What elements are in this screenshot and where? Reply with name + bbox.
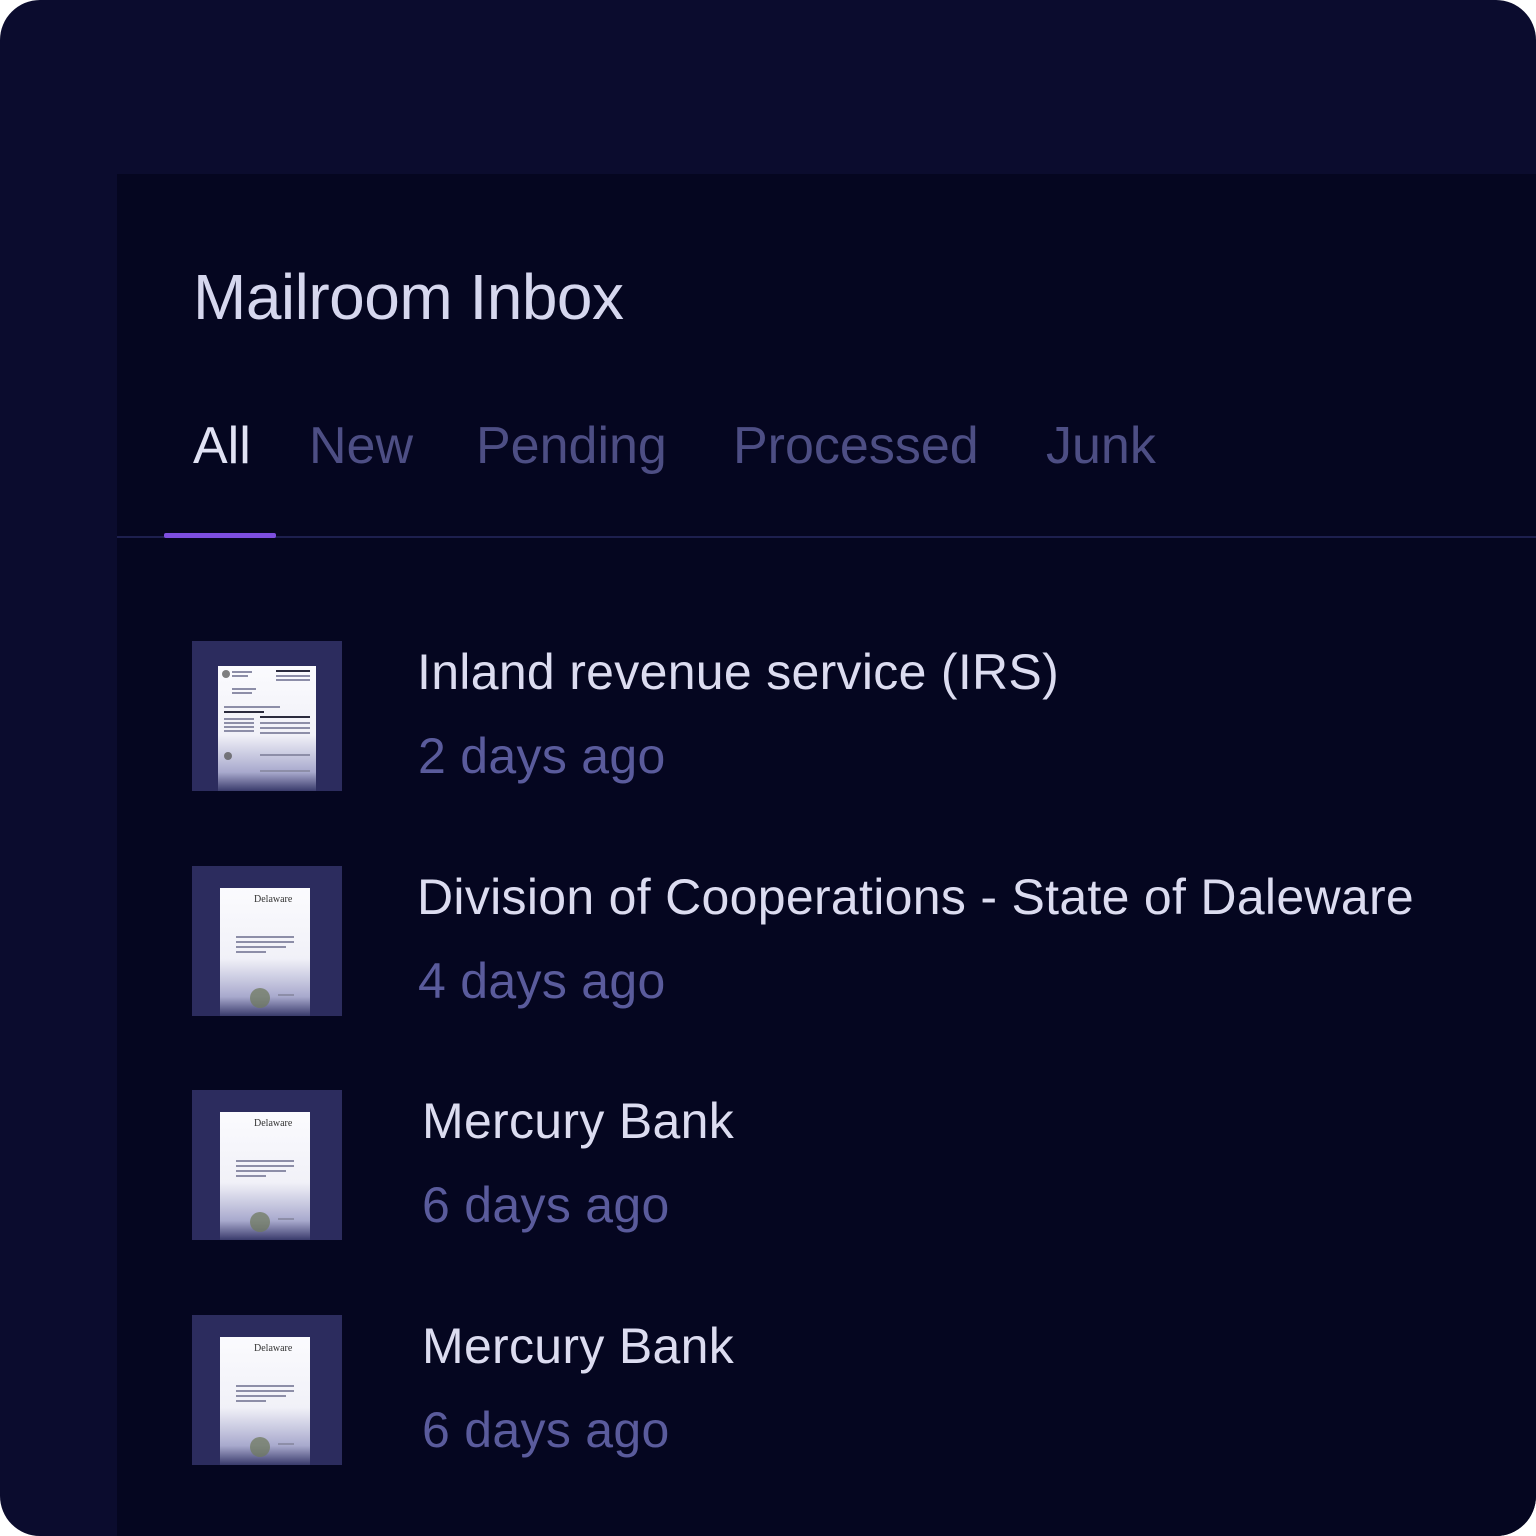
sender-name: Division of Cooperations - State of Dale… (417, 869, 1415, 925)
tab-all[interactable]: All (193, 416, 251, 476)
document-thumbnail: Delaware (192, 1315, 342, 1465)
tab-pending[interactable]: Pending (476, 416, 667, 476)
delaware-certificate-icon: Delaware (220, 1337, 310, 1465)
list-item[interactable]: Delaware Mercury Bank 6 days ago (192, 1315, 1532, 1465)
active-tab-indicator (164, 533, 276, 538)
received-date: 6 days ago (422, 1402, 670, 1458)
received-date: 4 days ago (418, 953, 666, 1009)
page-title: Mailroom Inbox (193, 261, 624, 333)
app-window: Mailroom Inbox All New Pending Processed… (0, 0, 1536, 1536)
received-date: 6 days ago (422, 1177, 670, 1233)
list-item[interactable]: Delaware Mercury Bank 6 days ago (192, 1090, 1532, 1240)
document-thumbnail (192, 641, 342, 791)
tab-new[interactable]: New (309, 416, 413, 476)
tab-divider (117, 536, 1536, 538)
list-item[interactable]: Delaware Division of Cooperations - Stat… (192, 866, 1532, 1016)
tab-processed[interactable]: Processed (733, 416, 979, 476)
mailroom-panel: Mailroom Inbox All New Pending Processed… (117, 174, 1536, 1536)
document-thumbnail: Delaware (192, 1090, 342, 1240)
received-date: 2 days ago (418, 728, 666, 784)
irs-document-icon (218, 666, 316, 791)
sender-name: Mercury Bank (422, 1318, 735, 1374)
list-item[interactable]: Inland revenue service (IRS) 2 days ago (192, 641, 1532, 791)
document-thumbnail: Delaware (192, 866, 342, 1016)
delaware-certificate-icon: Delaware (220, 1112, 310, 1240)
sender-name: Inland revenue service (IRS) (417, 644, 1060, 700)
sender-name: Mercury Bank (422, 1093, 735, 1149)
tab-junk[interactable]: Junk (1046, 416, 1156, 476)
delaware-certificate-icon: Delaware (220, 888, 310, 1016)
